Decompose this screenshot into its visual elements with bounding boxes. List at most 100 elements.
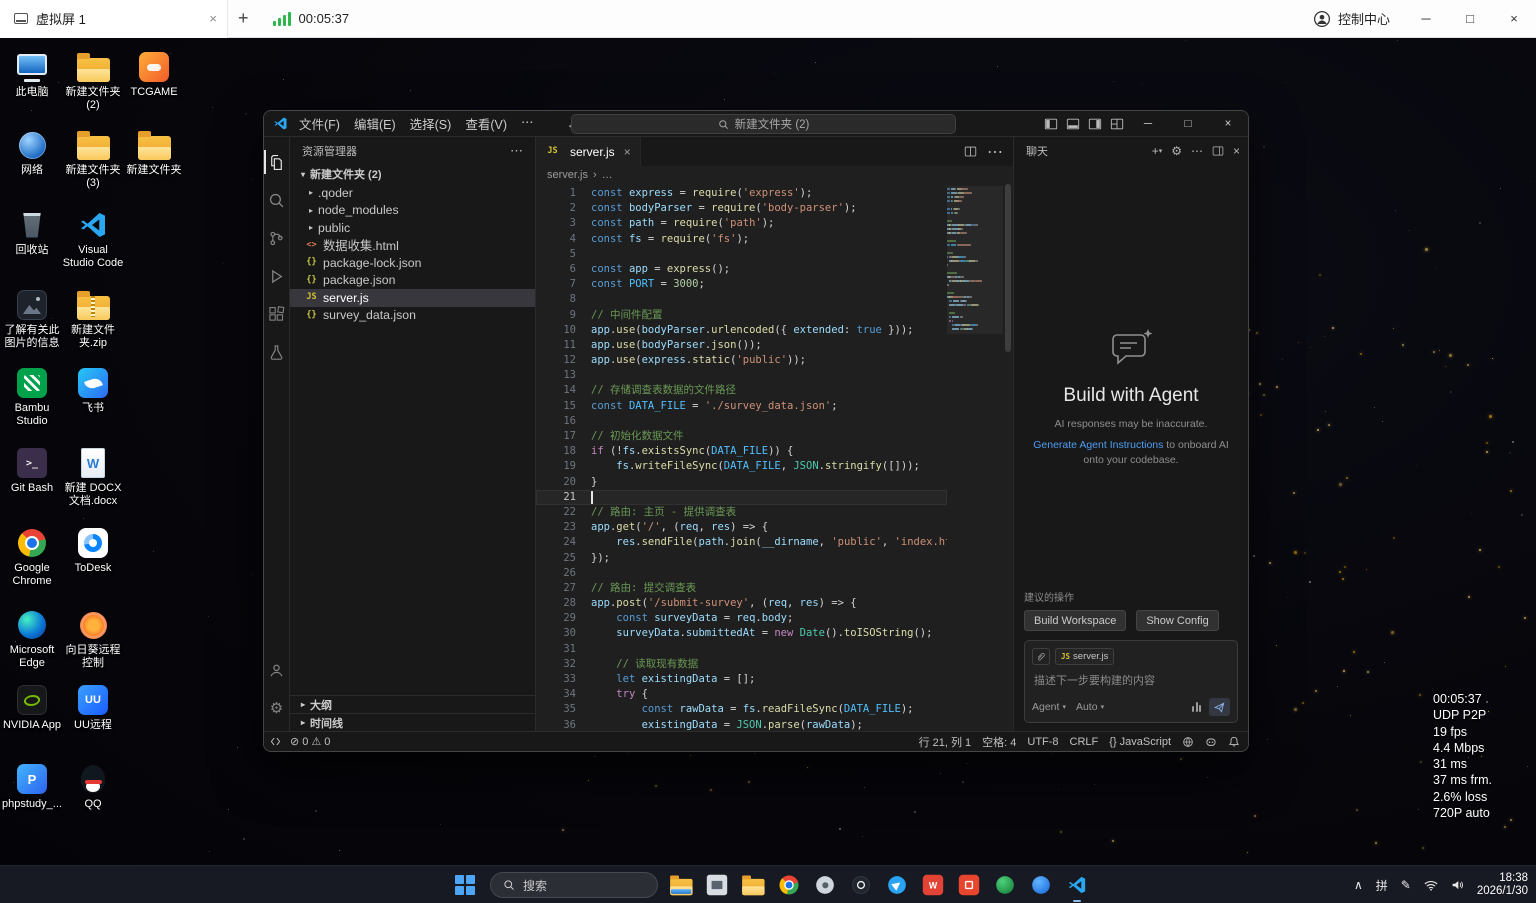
taskbar-app-window[interactable]	[704, 872, 729, 898]
clock[interactable]: 18:38 2026/1/30	[1477, 872, 1528, 898]
live-share-icon[interactable]	[1182, 736, 1194, 748]
timeline-section[interactable]: ▸ 时间线	[290, 713, 535, 731]
window-maximize-button[interactable]: □	[1168, 111, 1208, 137]
desktop-icon-recycle[interactable]: 回收站	[1, 208, 63, 257]
desktop-icon-folder[interactable]: 新建文件夹 (2)	[62, 50, 124, 112]
run-debug-icon[interactable]	[264, 257, 290, 295]
outline-section[interactable]: ▸ 大纲	[290, 695, 535, 713]
menu-edit[interactable]: 编辑(E)	[347, 114, 403, 133]
send-button[interactable]	[1209, 698, 1230, 716]
desktop-icon-zip[interactable]: 新建文件夹.zip	[62, 288, 124, 350]
desktop-icon-gitbash[interactable]: >_ Git Bash	[1, 446, 63, 495]
desktop-icon-todesk[interactable]: ToDesk	[62, 526, 124, 575]
control-center-button[interactable]: 控制中心	[1313, 9, 1390, 28]
minimap[interactable]	[947, 186, 1003, 731]
build-workspace-button[interactable]: Build Workspace	[1024, 610, 1127, 631]
code-editor[interactable]: 1 const express = require('express'); 2 con…	[536, 184, 1013, 731]
desktop-icon-phpstudy[interactable]: Pphpstudy_...	[1, 762, 63, 811]
testing-icon[interactable]	[264, 333, 290, 371]
problems-indicator[interactable]: ⊘ 0 ⚠ 0	[290, 735, 330, 749]
extensions-icon[interactable]	[264, 295, 290, 333]
taskbar-app-green[interactable]	[992, 872, 1017, 898]
desktop-icon-nvidia[interactable]: NVIDIA App	[1, 683, 63, 732]
desktop-icon-network[interactable]: 网络	[1, 128, 63, 177]
desktop-icon-pc[interactable]: 此电脑	[1, 50, 63, 99]
toggle-sidebar-icon[interactable]	[1040, 111, 1062, 137]
taskbar-app-blue-circle[interactable]	[1028, 872, 1053, 898]
desktop-icon-tcgame[interactable]: TCGAME	[123, 50, 185, 99]
workspace-root-folder[interactable]: ▾ 新建文件夹 (2)	[290, 164, 535, 184]
chat-input-placeholder[interactable]: 描述下一步要构建的内容	[1032, 672, 1230, 688]
tools-icon[interactable]	[1192, 702, 1201, 712]
chat-settings-gear-icon[interactable]: ⚙	[1171, 144, 1182, 158]
desktop-icon-docx[interactable]: W 新建 DOCX 文档.docx	[62, 446, 124, 508]
desktop-icon-qq[interactable]: QQ	[62, 762, 124, 811]
close-button[interactable]: ×	[1492, 0, 1536, 38]
chat-close-icon[interactable]: ×	[1233, 144, 1240, 158]
remote-session-tab[interactable]: 虚拟屏 1 ×	[0, 0, 228, 38]
split-editor-icon[interactable]	[964, 145, 977, 158]
desktop-icon-edge[interactable]: Microsoft Edge	[1, 608, 63, 670]
agent-mode-dropdown[interactable]: Agent ▾	[1032, 701, 1066, 713]
desktop-icon-chrome[interactable]: Google Chrome	[1, 526, 63, 588]
taskbar-app-blue[interactable]	[884, 872, 909, 898]
desktop-icon-folder[interactable]: 新建文件夹	[123, 128, 185, 177]
context-chip-server-js[interactable]: JS server.js	[1055, 648, 1115, 665]
desktop-icon-vscode[interactable]: Visual Studio Code	[62, 208, 124, 270]
explorer-item-4[interactable]: {} package-lock.json	[290, 254, 535, 272]
desktop-icon-feishu[interactable]: 飞书	[62, 366, 124, 415]
taskbar-folder[interactable]	[740, 872, 765, 898]
remote-indicator-icon[interactable]	[270, 736, 281, 747]
tab-close-icon[interactable]: ×	[209, 11, 217, 26]
search-icon[interactable]	[264, 181, 290, 219]
settings-gear-icon[interactable]: ⚙	[264, 689, 290, 727]
window-close-button[interactable]: ×	[1208, 111, 1248, 137]
taskbar-app-red[interactable]	[956, 872, 981, 898]
editor-more-icon[interactable]: ⋯	[987, 142, 1003, 162]
code-content[interactable]: 1 const express = require('express'); 2 con…	[536, 186, 947, 731]
eol-sequence[interactable]: CRLF	[1070, 736, 1099, 748]
window-minimize-button[interactable]: ─	[1128, 111, 1168, 137]
desktop-icon-imginfo[interactable]: 了解有关此图片的信息	[1, 288, 63, 350]
maximize-button[interactable]: □	[1448, 0, 1492, 38]
menu-view[interactable]: 查看(V)	[458, 114, 514, 133]
desktop-icon-bambu[interactable]: Bambu Studio	[1, 366, 63, 428]
minimize-button[interactable]: ─	[1404, 0, 1448, 38]
explorer-item-5[interactable]: {} package.json	[290, 272, 535, 290]
taskbar-app-dark[interactable]	[848, 872, 873, 898]
source-control-icon[interactable]	[264, 219, 290, 257]
tray-chevron-up-icon[interactable]: ∧	[1354, 878, 1363, 892]
editor-scrollbar[interactable]	[1003, 184, 1013, 731]
new-tab-button[interactable]: +	[238, 8, 249, 29]
language-mode[interactable]: {} JavaScript	[1109, 736, 1171, 748]
menu-selection[interactable]: 选择(S)	[403, 114, 459, 133]
cursor-position[interactable]: 行 21, 列 1	[919, 734, 972, 750]
encoding[interactable]: UTF-8	[1027, 736, 1058, 748]
show-config-button[interactable]: Show Config	[1136, 610, 1219, 631]
attach-context-button[interactable]	[1032, 648, 1050, 665]
generate-instructions-link[interactable]: Generate Agent Instructions	[1033, 439, 1163, 451]
explorer-icon[interactable]	[264, 143, 290, 181]
taskbar-search[interactable]: 搜索	[490, 872, 658, 898]
explorer-item-2[interactable]: ▸ public	[290, 219, 535, 237]
breadcrumb[interactable]: server.js › …	[536, 166, 1013, 184]
menu-file[interactable]: 文件(F)	[292, 114, 347, 133]
taskbar-vscode[interactable]	[1064, 872, 1089, 898]
notifications-bell-icon[interactable]	[1228, 736, 1240, 748]
explorer-item-0[interactable]: ▸ .qoder	[290, 184, 535, 202]
chat-input-box[interactable]: JS server.js 描述下一步要构建的内容 Agent ▾ Auto ▾	[1024, 640, 1238, 723]
desktop-icon-sunflower[interactable]: 向日葵远程控制	[62, 608, 124, 670]
pen-icon[interactable]: ✎	[1401, 878, 1411, 892]
explorer-item-7[interactable]: {} survey_data.json	[290, 307, 535, 325]
open-in-editor-icon[interactable]	[1212, 145, 1224, 157]
tab-close-icon[interactable]: ×	[624, 145, 631, 159]
explorer-item-6[interactable]: JS server.js	[290, 289, 535, 307]
taskbar-file-explorer[interactable]	[668, 872, 693, 898]
toggle-secondary-sidebar-icon[interactable]	[1084, 111, 1106, 137]
indentation[interactable]: 空格: 4	[982, 734, 1016, 750]
ime-indicator[interactable]: 拼	[1376, 877, 1388, 894]
new-chat-icon[interactable]: + ▾	[1152, 144, 1163, 158]
chat-more-icon[interactable]: ⋯	[1191, 144, 1203, 158]
taskbar-wps[interactable]: W	[920, 872, 945, 898]
desktop-icon-uu[interactable]: UU UU远程	[62, 683, 124, 732]
